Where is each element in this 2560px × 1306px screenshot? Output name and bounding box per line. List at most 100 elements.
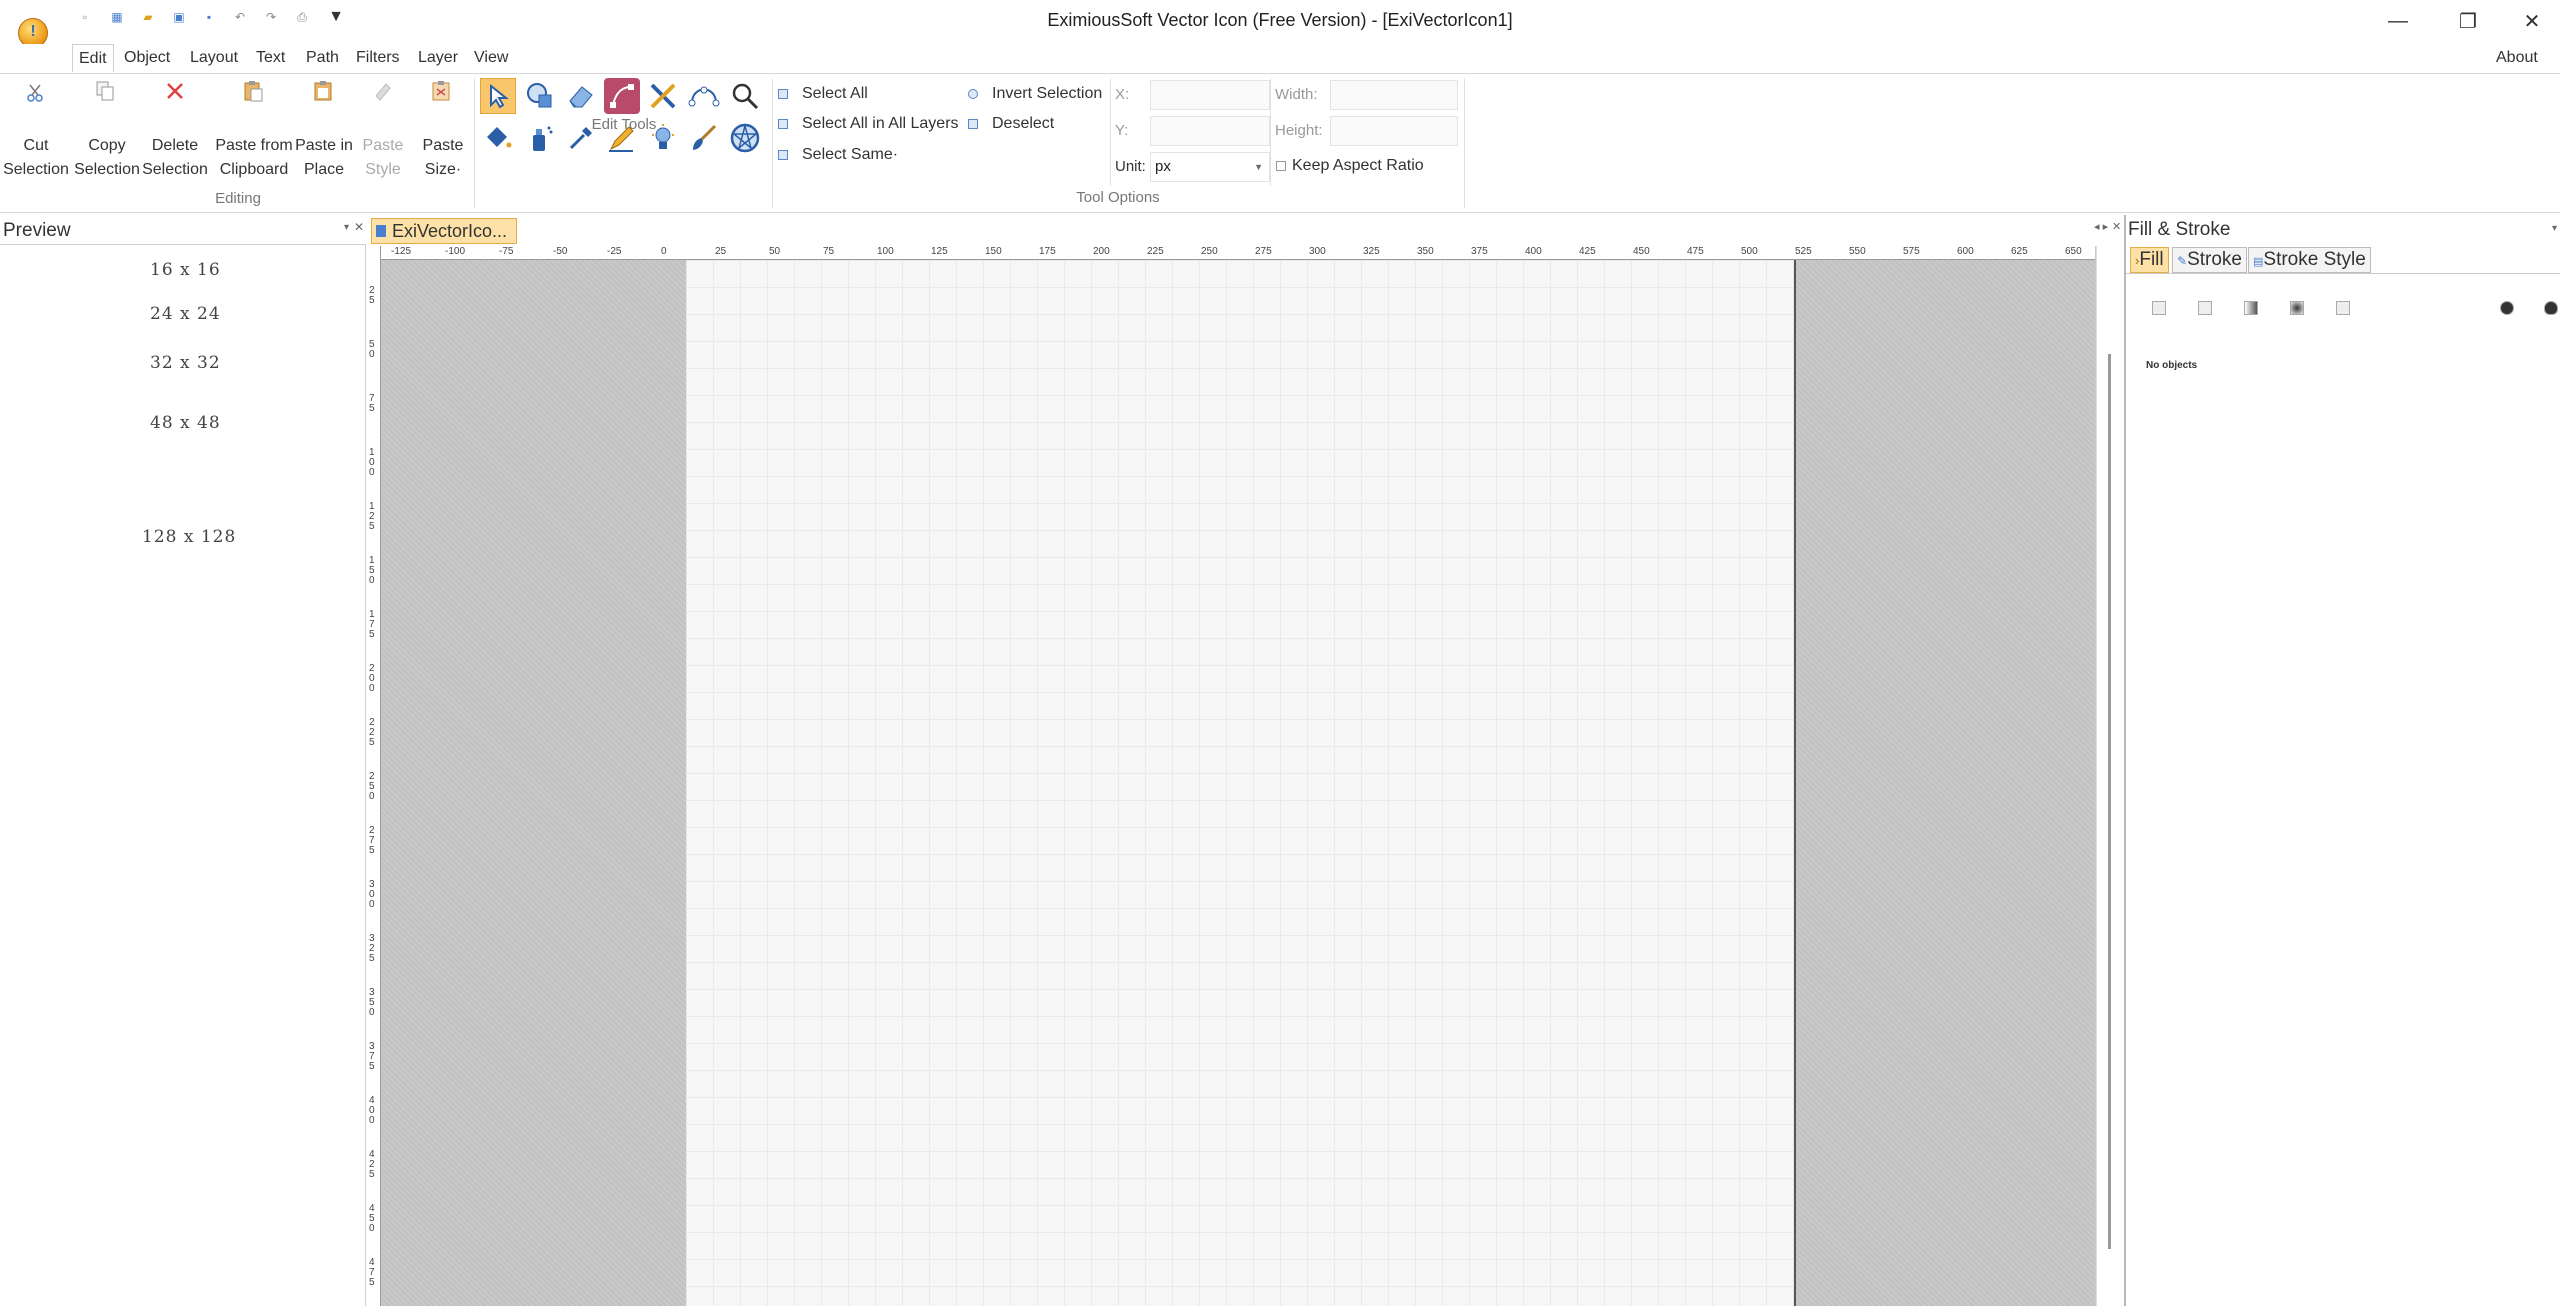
ruler-tick-label: 0 xyxy=(661,246,667,257)
menu-layer[interactable]: Layer xyxy=(412,44,464,72)
preview-size-32: 32 x 32 xyxy=(150,353,221,373)
vertical-scrollbar[interactable] xyxy=(2096,246,2124,1306)
ruler-tick-label: 375 xyxy=(369,1041,375,1072)
select-all-layers-label: Select All in All Layers xyxy=(802,115,959,132)
eraser-tool[interactable] xyxy=(563,78,599,114)
close-button[interactable]: ✕ xyxy=(2512,6,2552,36)
select-all-button[interactable]: Select All xyxy=(778,82,868,106)
menu-view[interactable]: View xyxy=(468,44,514,72)
horizontal-ruler: -125 -100 -75 -50 -25 0 25 50 75 100 125 150 175 200 2… xyxy=(371,246,2095,260)
ruler-tick-label: 150 xyxy=(369,555,375,586)
x-input[interactable] xyxy=(1150,80,1270,110)
preview-size-48: 48 x 48 xyxy=(150,413,221,433)
shape-tool[interactable] xyxy=(522,78,558,114)
menu-edit[interactable]: Edit xyxy=(72,44,114,72)
panel-menu-icon[interactable]: ▾ xyxy=(2552,223,2557,234)
ruler-tick-label: 300 xyxy=(1309,246,1326,257)
editing-group-label: Editing xyxy=(215,190,261,207)
width-input[interactable] xyxy=(1330,80,1458,110)
close-icon[interactable]: ✕ xyxy=(354,220,364,234)
paste-from-clipboard-button[interactable]: Paste from Clipboard xyxy=(212,134,296,182)
height-input[interactable] xyxy=(1330,116,1458,146)
deselect-button[interactable]: Deselect xyxy=(968,112,1054,136)
y-input[interactable] xyxy=(1150,116,1270,146)
scrollbar-thumb[interactable] xyxy=(2108,354,2111,1249)
window-title: EximiousSoft Vector Icon (Free Version) … xyxy=(1047,10,1513,30)
tab-stroke-label: Stroke xyxy=(2187,249,2242,270)
cross-tool-icon xyxy=(650,83,676,109)
unit-select[interactable]: px ▼ xyxy=(1150,152,1270,182)
shape-icon xyxy=(527,83,552,108)
delete-label-2: Selection xyxy=(142,161,208,178)
ruler-tick-label: 25 xyxy=(715,246,727,257)
ruler-tick-label: 275 xyxy=(1255,246,1272,257)
evenodd-rule-icon[interactable] xyxy=(2500,301,2514,315)
select-arrow-tool[interactable] xyxy=(480,78,516,114)
ruler-tick-label: 50 xyxy=(769,246,781,257)
ruler-tick-label: 425 xyxy=(1579,246,1596,257)
zoom-tool[interactable] xyxy=(727,78,763,114)
select-same-icon xyxy=(778,149,788,160)
radial-gradient-icon[interactable] xyxy=(2290,301,2304,315)
menu-path[interactable]: Path xyxy=(300,44,345,72)
ruler-tick-label: 350 xyxy=(1417,246,1434,257)
unit-label: Unit: xyxy=(1115,158,1146,175)
ruler-tick-label: 450 xyxy=(1633,246,1650,257)
copy-label-2: Selection xyxy=(74,161,140,178)
menu-about[interactable]: About xyxy=(2490,44,2544,72)
menu-filters[interactable]: Filters xyxy=(350,44,406,72)
group-separator xyxy=(1464,78,1465,208)
paste-in-place-icon xyxy=(314,81,332,101)
select-same-button[interactable]: Select Same· xyxy=(778,143,898,167)
invert-selection-button[interactable]: Invert Selection xyxy=(968,82,1102,106)
fill-stroke-panel: Fill & Stroke ▾ ›Fill ✎Stroke ▤Stroke St… xyxy=(2124,215,2560,1306)
close-document-icon[interactable]: ✕ xyxy=(2112,220,2121,233)
pattern-icon[interactable] xyxy=(2336,301,2350,315)
flat-color-icon[interactable] xyxy=(2198,301,2212,315)
tab-fill-label: Fill xyxy=(2139,249,2164,270)
ruler-tick-label: 650 xyxy=(2065,246,2082,257)
paste-in-place-button[interactable]: Paste in Place xyxy=(290,134,358,182)
tab-stroke[interactable]: ✎Stroke xyxy=(2172,247,2247,273)
node-edit-tool[interactable] xyxy=(604,78,640,114)
restore-button[interactable]: ❐ xyxy=(2448,6,2488,36)
keep-aspect-checkbox[interactable]: Keep Aspect Ratio xyxy=(1276,154,1424,178)
menu-object[interactable]: Object xyxy=(118,44,176,72)
tool-options-group-label: Tool Options xyxy=(1076,189,1160,206)
cut-selection-button[interactable]: Cut Selection xyxy=(0,134,72,182)
tab-stroke-style[interactable]: ▤Stroke Style xyxy=(2248,247,2371,273)
paste-style-button[interactable]: Paste Style xyxy=(350,134,416,182)
ruler-tick-label: 625 xyxy=(2011,246,2028,257)
ruler-tick-label: 200 xyxy=(369,663,375,694)
ruler-tick-label: 350 xyxy=(369,987,375,1018)
nonzero-rule-icon[interactable] xyxy=(2544,301,2558,315)
chevron-down-icon: ▼ xyxy=(1254,162,1263,172)
ruler-tick-label: -50 xyxy=(553,246,568,257)
node-edit-icon xyxy=(610,84,634,108)
menu-text[interactable]: Text xyxy=(250,44,291,72)
fill-stroke-title: Fill & Stroke xyxy=(2128,219,2231,240)
no-paint-icon[interactable] xyxy=(2152,301,2166,315)
menu-layout[interactable]: Layout xyxy=(184,44,244,72)
tab-fill[interactable]: ›Fill xyxy=(2130,247,2169,273)
drawing-canvas[interactable] xyxy=(686,260,1796,1306)
delete-selection-button[interactable]: Delete Selection xyxy=(140,134,210,182)
tab-scroll-icon[interactable]: ◂ ▸ xyxy=(2094,220,2108,233)
ruler-tick-label: 425 xyxy=(369,1149,375,1180)
bezier-tool[interactable] xyxy=(686,78,722,114)
linear-gradient-icon[interactable] xyxy=(2244,301,2258,315)
unit-value: px xyxy=(1155,158,1171,175)
cross-tool[interactable] xyxy=(645,78,681,114)
ruler-tick-label: 175 xyxy=(369,609,375,640)
paste-style-label-1: Paste xyxy=(362,137,404,154)
select-all-layers-button[interactable]: Select All in All Layers xyxy=(778,112,959,136)
width-label: Width: xyxy=(1275,86,1318,103)
minimize-button[interactable]: — xyxy=(2378,6,2418,36)
document-icon xyxy=(376,225,386,237)
pin-icon[interactable]: ▾ xyxy=(344,222,349,233)
document-tab[interactable]: ExiVectorIco... xyxy=(371,218,517,244)
paste-size-button[interactable]: Paste Size· xyxy=(412,134,474,182)
ruler-tick-label: 225 xyxy=(369,717,375,748)
copy-selection-button[interactable]: Copy Selection xyxy=(72,134,142,182)
y-label: Y: xyxy=(1115,122,1129,139)
